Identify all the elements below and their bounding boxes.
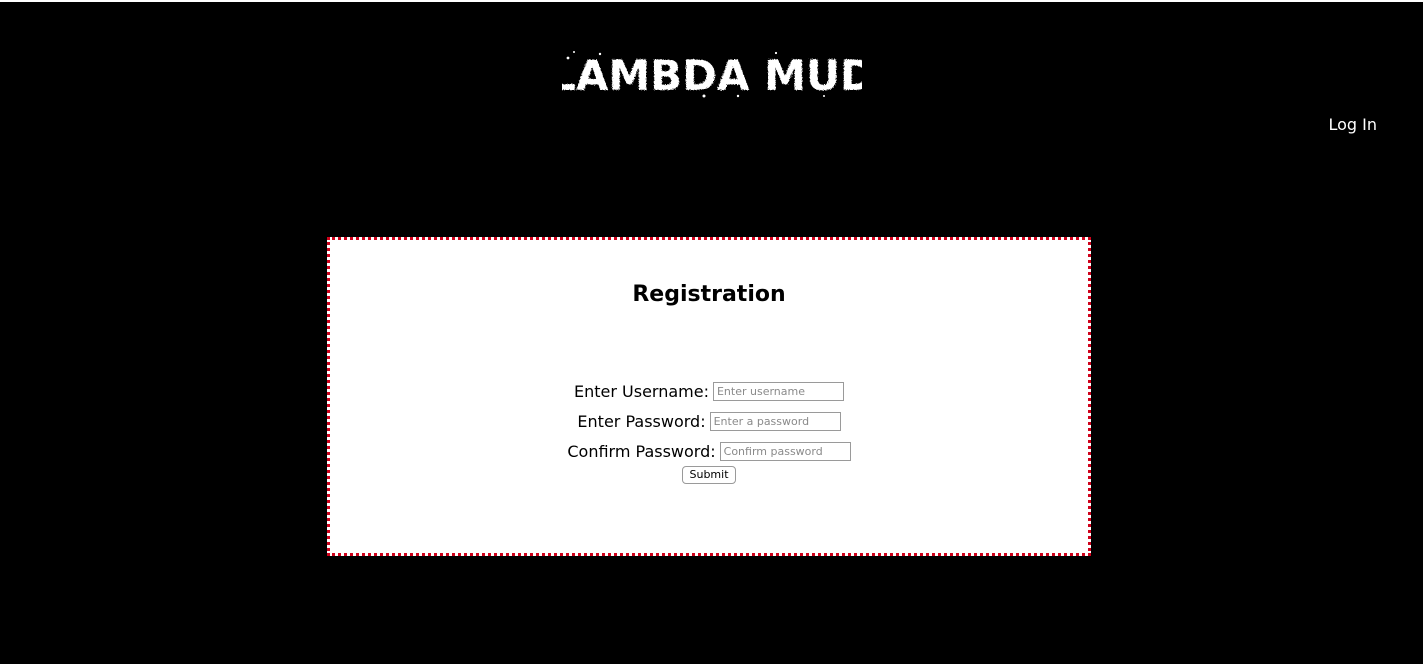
username-row: Enter Username: xyxy=(330,376,1088,406)
registration-card: Registration Enter Username: Enter Passw… xyxy=(327,237,1091,556)
logo-graphic: LAMBDA MUD xyxy=(562,51,862,100)
username-label: Enter Username: xyxy=(574,381,709,401)
confirm-password-input[interactable] xyxy=(719,441,851,461)
logo-text: LAMBDA MUD xyxy=(562,51,862,100)
username-input[interactable] xyxy=(712,381,844,401)
submit-row: Submit xyxy=(330,466,1088,484)
confirm-password-label: Confirm Password: xyxy=(567,441,716,461)
submit-button[interactable]: Submit xyxy=(682,466,736,484)
password-row: Enter Password: xyxy=(330,406,1088,436)
top-border-line xyxy=(0,0,1423,2)
site-logo: LAMBDA MUD xyxy=(0,44,1423,105)
registration-form: Enter Username: Enter Password: Confirm … xyxy=(330,376,1088,484)
password-input[interactable] xyxy=(709,411,841,431)
registration-title: Registration xyxy=(632,282,786,307)
login-link[interactable]: Log In xyxy=(1328,115,1377,134)
confirm-password-row: Confirm Password: xyxy=(330,436,1088,466)
password-label: Enter Password: xyxy=(577,411,706,431)
